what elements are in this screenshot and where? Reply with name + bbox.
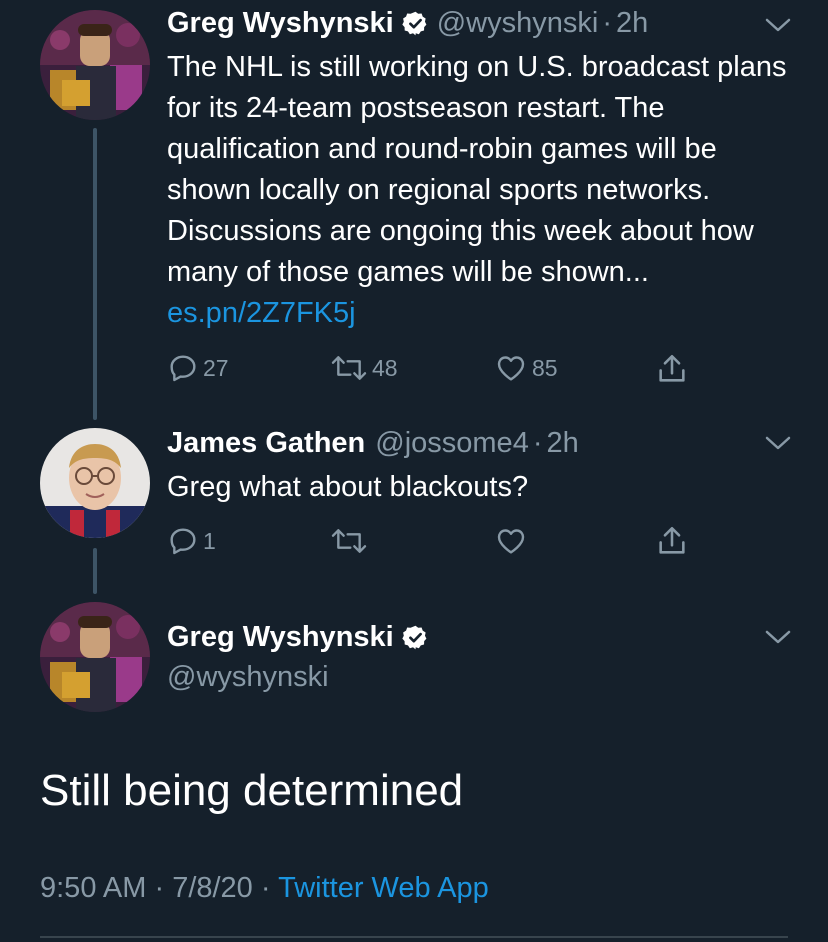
- share-button[interactable]: [655, 352, 689, 386]
- reply-button[interactable]: 1: [167, 525, 216, 557]
- timestamp[interactable]: 2h: [616, 6, 648, 40]
- thread-line: [93, 128, 97, 420]
- reply-button[interactable]: 27: [167, 352, 229, 384]
- like-icon: [494, 525, 528, 557]
- display-name[interactable]: Greg Wyshynski: [167, 620, 394, 654]
- share-button[interactable]: [655, 524, 689, 558]
- tweet-source-link[interactable]: Twitter Web App: [278, 872, 489, 904]
- user-handle[interactable]: @wyshynski: [167, 660, 329, 694]
- tweet-meta: 9:50 AM · 7/8/20 · Twitter Web App: [40, 868, 489, 908]
- user-handle[interactable]: @wyshynski: [437, 6, 599, 40]
- main-tweet-text: Still being determined: [40, 766, 464, 815]
- like-button[interactable]: [494, 525, 528, 557]
- tweet-link[interactable]: es.pn/2Z7FK5j: [167, 297, 356, 329]
- tweet-body: Greg what about blackouts?: [167, 471, 529, 503]
- retweet-icon: [330, 352, 368, 384]
- retweet-button[interactable]: [330, 525, 368, 557]
- reply-icon: [167, 525, 199, 557]
- like-button[interactable]: 85: [494, 352, 558, 384]
- retweet-icon: [330, 525, 368, 557]
- tweet-header: James Gathen @jossome4 · 2h: [167, 426, 579, 460]
- thread-line: [93, 548, 97, 594]
- chevron-down-icon[interactable]: [764, 434, 792, 452]
- tweet-time[interactable]: 9:50 AM: [40, 872, 146, 904]
- display-name[interactable]: Greg Wyshynski: [167, 6, 394, 40]
- separator-dot: ·: [154, 872, 173, 904]
- avatar[interactable]: [40, 428, 150, 538]
- chevron-down-icon[interactable]: [764, 16, 792, 34]
- tweet-text: The NHL is still working on U.S. broadca…: [167, 47, 807, 334]
- share-icon: [655, 352, 689, 386]
- chevron-down-icon[interactable]: [764, 628, 792, 646]
- separator-dot: ·: [260, 872, 279, 904]
- divider: [40, 936, 788, 938]
- separator-dot: ·: [532, 427, 543, 459]
- retweet-count: 48: [372, 354, 398, 381]
- user-handle[interactable]: @jossome4: [375, 426, 529, 460]
- like-count: 85: [532, 354, 558, 381]
- verified-badge-icon: [402, 10, 429, 37]
- reply-icon: [167, 352, 199, 384]
- tweet-header: Greg Wyshynski @wyshynski · 2h: [167, 6, 648, 40]
- display-name[interactable]: James Gathen: [167, 426, 365, 460]
- separator-dot: ·: [602, 7, 612, 39]
- tweet-body: The NHL is still working on U.S. broadca…: [167, 51, 787, 288]
- reply-count: 27: [203, 354, 229, 381]
- tweet-text: Greg what about blackouts?: [167, 467, 807, 508]
- avatar[interactable]: [40, 10, 150, 120]
- retweet-button[interactable]: 48: [330, 352, 398, 384]
- tweet-date[interactable]: 7/8/20: [172, 872, 253, 904]
- avatar[interactable]: [40, 602, 150, 712]
- verified-badge-icon: [402, 624, 429, 651]
- timestamp[interactable]: 2h: [547, 426, 579, 460]
- author-handle-row: @wyshynski: [167, 660, 329, 694]
- like-icon: [494, 352, 528, 384]
- author-name-row: Greg Wyshynski: [167, 620, 437, 654]
- share-icon: [655, 524, 689, 558]
- reply-count: 1: [203, 527, 216, 554]
